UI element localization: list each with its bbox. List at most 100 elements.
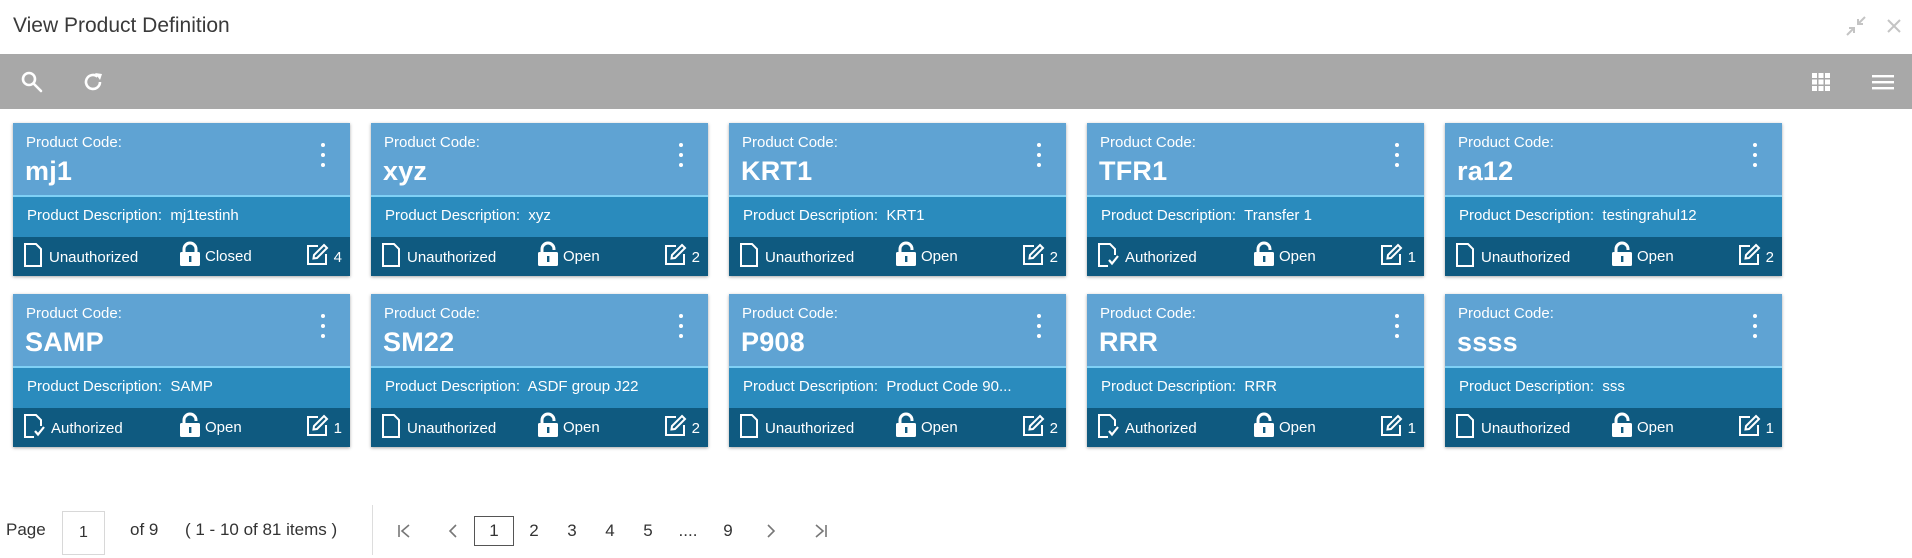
modification-count[interactable]: 1 (1737, 414, 1774, 441)
record-status: Open (536, 412, 600, 442)
modification-count[interactable]: 2 (1021, 243, 1058, 270)
modification-count[interactable]: 4 (305, 243, 342, 271)
authorization-status: Authorized (1097, 414, 1197, 441)
authorization-status-label: Unauthorized (1481, 419, 1571, 437)
page-number-2[interactable]: 2 (514, 516, 554, 546)
card-footer: Unauthorized Closed 4 (13, 237, 350, 276)
document-icon (23, 243, 43, 271)
record-status-label: Open (1279, 247, 1316, 265)
more-options-icon[interactable] (316, 314, 330, 338)
product-code: P908 (741, 327, 805, 357)
card-description-bar: Product Description: testingrahul12 (1445, 195, 1782, 237)
grid-view-icon[interactable] (1806, 67, 1836, 97)
page-number-5[interactable]: 5 (628, 516, 668, 546)
card-header: Product Code: xyz (371, 123, 708, 195)
card-header: Product Code: TFR1 (1087, 123, 1424, 195)
product-card[interactable]: Product Code: KRT1 Product Description: … (729, 123, 1066, 276)
collapse-icon[interactable] (1844, 14, 1868, 38)
close-icon[interactable] (1882, 14, 1906, 38)
product-card[interactable]: Product Code: mj1 Product Description: m… (13, 123, 350, 276)
toolbar (0, 54, 1912, 109)
product-card[interactable]: Product Code: ra12 Product Description: … (1445, 123, 1782, 276)
product-description: Product Description: mj1testinh (27, 207, 239, 224)
record-status-label: Closed (205, 247, 252, 265)
modification-count-value: 2 (1049, 419, 1058, 437)
authorization-status-label: Unauthorized (765, 419, 855, 437)
next-page-icon[interactable] (760, 517, 782, 545)
product-card[interactable]: Product Code: TFR1 Product Description: … (1087, 123, 1424, 276)
card-footer: Unauthorized Open 2 (1445, 237, 1782, 276)
modification-count[interactable]: 2 (663, 414, 700, 441)
modification-count[interactable]: 1 (1379, 414, 1416, 441)
product-card[interactable]: Product Code: P908 Product Description: … (729, 294, 1066, 447)
edit-icon (1021, 414, 1045, 442)
record-status-label: Open (921, 247, 958, 265)
document-icon (1455, 414, 1475, 442)
page-ellipsis: .... (678, 521, 698, 540)
card-footer: Unauthorized Open 2 (371, 408, 708, 447)
first-page-icon[interactable] (393, 517, 415, 545)
more-options-icon[interactable] (674, 314, 688, 338)
product-card[interactable]: Product Code: RRR Product Description: R… (1087, 294, 1424, 447)
card-description-bar: Product Description: KRT1 (729, 195, 1066, 237)
refresh-icon[interactable] (78, 67, 108, 97)
more-options-icon[interactable] (674, 143, 688, 167)
modification-count[interactable]: 1 (1379, 243, 1416, 270)
modification-count-value: 2 (691, 248, 700, 266)
record-status-label: Open (563, 247, 600, 265)
more-options-icon[interactable] (1032, 143, 1046, 167)
authorization-status-label: Unauthorized (407, 419, 497, 437)
authorization-status-label: Unauthorized (49, 248, 139, 266)
document-icon (381, 243, 401, 271)
record-status-label: Open (1637, 418, 1674, 436)
modification-count[interactable]: 2 (1737, 243, 1774, 271)
page-number-input[interactable]: 1 (62, 511, 105, 555)
more-options-icon[interactable] (1748, 314, 1762, 338)
modification-count[interactable]: 1 (305, 414, 342, 441)
items-range-label: ( 1 - 10 of 81 items ) (185, 520, 338, 539)
page-number-4[interactable]: 4 (590, 516, 630, 546)
product-card[interactable]: Product Code: xyz Product Description: x… (371, 123, 708, 276)
modification-count[interactable]: 2 (663, 243, 700, 270)
lock-open-icon (536, 412, 560, 442)
product-code-label: Product Code: (1100, 305, 1196, 322)
page-number-3[interactable]: 3 (552, 516, 592, 546)
more-options-icon[interactable] (1390, 143, 1404, 167)
product-code: xyz (383, 156, 428, 186)
product-code-label: Product Code: (742, 305, 838, 322)
previous-page-icon[interactable] (442, 517, 464, 545)
lock-closed-icon (178, 241, 202, 271)
edit-icon (305, 243, 329, 271)
product-description: Product Description: testingrahul12 (1459, 207, 1697, 224)
page-total-label: of 9 (130, 520, 159, 539)
lock-open-icon (1610, 412, 1634, 442)
product-code: TFR1 (1099, 156, 1168, 186)
authorization-status-label: Unauthorized (407, 248, 497, 266)
card-description-bar: Product Description: SAMP (13, 366, 350, 408)
modification-count-value: 1 (1407, 419, 1416, 437)
search-icon[interactable] (17, 67, 47, 97)
record-status-label: Open (921, 418, 958, 436)
more-options-icon[interactable] (316, 143, 330, 167)
card-header: Product Code: RRR (1087, 294, 1424, 366)
page-number-9[interactable]: 9 (708, 516, 748, 546)
record-status-label: Open (563, 418, 600, 436)
page-number-1[interactable]: 1 (474, 516, 514, 546)
list-view-icon[interactable] (1868, 67, 1898, 97)
lock-open-icon (1610, 241, 1634, 271)
last-page-icon[interactable] (810, 517, 832, 545)
edit-icon (1737, 243, 1761, 271)
card-description-bar: Product Description: RRR (1087, 366, 1424, 408)
authorization-status-label: Authorized (1125, 419, 1197, 437)
product-code-label: Product Code: (1458, 134, 1554, 151)
product-card[interactable]: Product Code: SAMP Product Description: … (13, 294, 350, 447)
more-options-icon[interactable] (1748, 143, 1762, 167)
record-status: Closed (178, 241, 252, 271)
card-footer: Unauthorized Open 2 (371, 237, 708, 276)
more-options-icon[interactable] (1390, 314, 1404, 338)
card-header: Product Code: SAMP (13, 294, 350, 366)
product-card[interactable]: Product Code: SM22 Product Description: … (371, 294, 708, 447)
product-card[interactable]: Product Code: ssss Product Description: … (1445, 294, 1782, 447)
modification-count[interactable]: 2 (1021, 414, 1058, 442)
more-options-icon[interactable] (1032, 314, 1046, 338)
